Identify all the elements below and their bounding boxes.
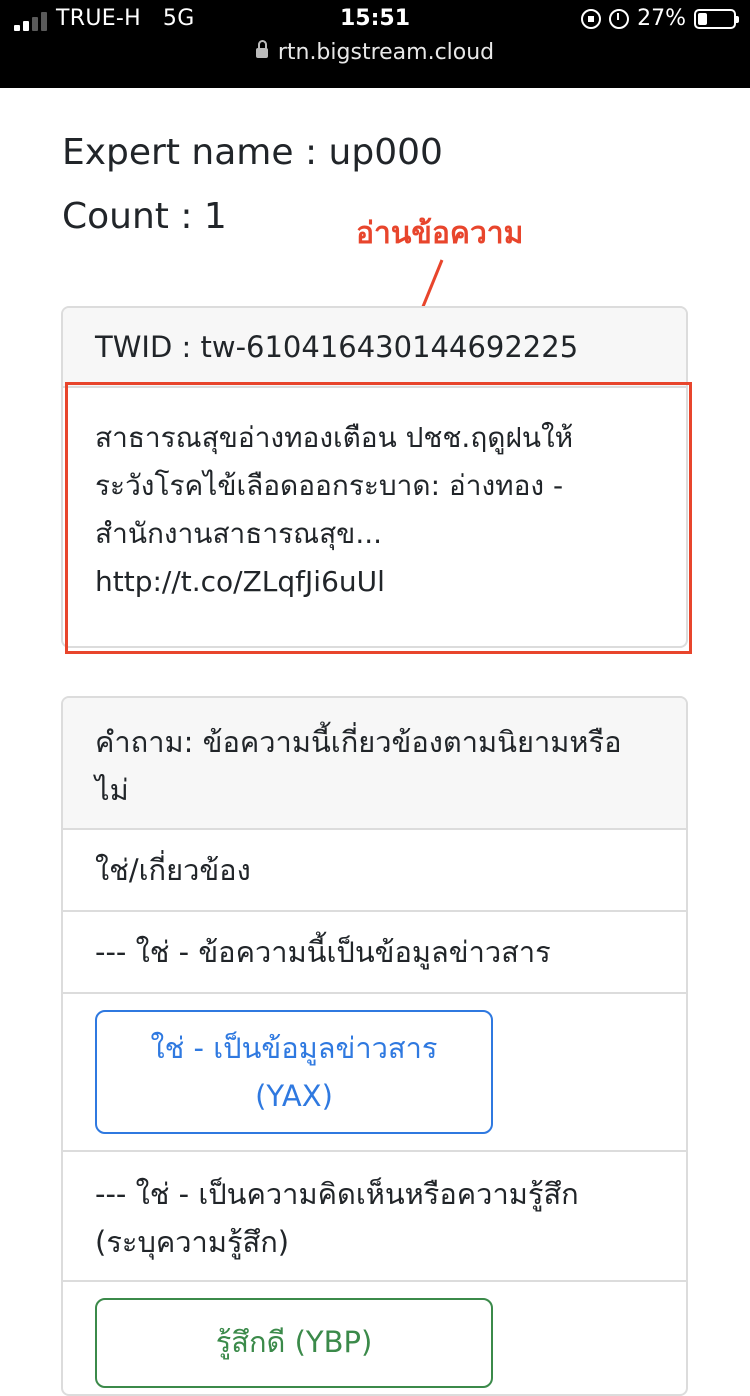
count-label: Count : 1 — [62, 196, 227, 237]
lock-icon — [255, 40, 268, 58]
info-option-label: --- ใช่ - ข้อความนี้เป็นข้อมูลข่าวสาร — [63, 910, 686, 992]
expert-name: Expert name : up000 — [62, 132, 443, 173]
yax-button-label: ใช่ - เป็นข้อมูลข่าวสาร — [150, 1031, 438, 1065]
annotation-highlight-box — [65, 382, 692, 654]
alarm-icon — [609, 8, 630, 29]
question-text-line: ไม่ — [95, 773, 129, 807]
yax-button[interactable]: ใช่ - เป็นข้อมูลข่าวสาร (YAX) — [95, 1010, 493, 1134]
address-bar[interactable]: rtn.bigstream.cloud — [0, 40, 750, 65]
opinion-text-line: (ระบุความรู้สึก) — [95, 1225, 290, 1259]
question-header: คำถาม: ข้อความนี้เกี่ยวข้องตามนิยามหรือ … — [63, 698, 686, 828]
annotation-label: อ่านข้อความ — [356, 216, 524, 251]
question-card: คำถาม: ข้อความนี้เกี่ยวข้องตามนิยามหรือ … — [61, 696, 688, 1396]
url-text: rtn.bigstream.cloud — [277, 40, 495, 65]
status-bar: TRUE-H 5G 15:51 27% rtn.bigstream.cloud — [0, 0, 750, 88]
feel-good-row: รู้สึกดี (YBP) — [63, 1280, 686, 1394]
battery-percent: 27% — [637, 6, 686, 31]
status-right: 27% — [581, 6, 739, 31]
question-text-line: คำถาม: ข้อความนี้เกี่ยวข้องตามนิยามหรือ — [95, 725, 622, 759]
opinion-text-line: --- ใช่ - เป็นความคิดเห็นหรือความรู้สึก — [95, 1177, 579, 1211]
related-row: ใช่/เกี่ยวข้อง — [63, 828, 686, 910]
ybp-button[interactable]: รู้สึกดี (YBP) — [95, 1298, 493, 1388]
battery-fill — [698, 12, 707, 25]
battery-icon — [694, 8, 739, 29]
rotation-lock-icon — [581, 8, 602, 29]
twid-header: TWID : tw-610416430144692225 — [63, 308, 686, 388]
info-button-row: ใช่ - เป็นข้อมูลข่าวสาร (YAX) — [63, 992, 686, 1150]
yax-button-code: (YAX) — [255, 1079, 333, 1113]
opinion-option-label: --- ใช่ - เป็นความคิดเห็นหรือความรู้สึก … — [63, 1150, 686, 1280]
